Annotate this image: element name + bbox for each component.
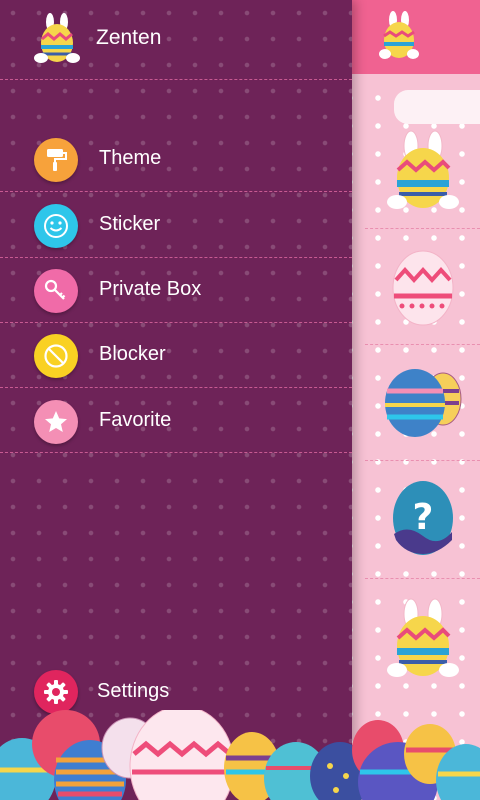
drawer-header: Zenten [0,0,352,78]
toolbar [352,0,480,74]
divider [0,322,352,323]
bunny-egg-icon [387,130,459,209]
menu-item-blocker[interactable]: Blocker [0,324,352,388]
divider [0,257,352,258]
block-icon [34,334,78,378]
paint-roller-icon [34,138,78,182]
list-item[interactable] [380,130,466,216]
divider [0,191,352,192]
menu-item-label: Theme [99,147,162,169]
star-icon [34,400,78,444]
easter-eggs-decoration [0,710,480,800]
menu-item-label: Blocker [99,343,166,365]
settings-label: Settings [97,680,170,702]
divider [0,387,352,388]
menu-item-label: Private Box [99,278,202,300]
question-egg-icon: ? [393,481,453,555]
search-bar[interactable] [394,90,480,124]
list-divider [365,460,480,461]
menu-item-theme[interactable]: Theme [0,128,352,192]
list-item[interactable] [380,598,466,684]
list-divider [365,578,480,579]
bunny-egg-icon [379,11,419,59]
list-divider [365,228,480,229]
list-divider [365,344,480,345]
bunny-egg-icon [387,598,459,677]
navigation-drawer: Zenten Theme Sticker Private Box Blocker… [0,0,352,800]
menu-item-sticker[interactable]: Sticker [0,194,352,258]
list-item[interactable]: ? [380,473,466,559]
divider [0,79,352,80]
key-icon [34,269,78,313]
menu-item-label: Favorite [99,409,172,431]
list-item[interactable] [380,243,466,329]
menu-item-label: Sticker [99,213,161,235]
menu-item-favorite[interactable]: Favorite [0,390,352,454]
striped-eggs-icon [385,369,462,437]
divider [0,452,352,453]
svg-text:?: ? [413,497,434,538]
list-item[interactable] [380,358,466,444]
bunny-egg-icon [34,13,80,63]
pink-egg-icon [392,250,454,326]
app-title: Zenten [96,26,162,49]
gear-icon [34,670,78,714]
menu-item-private-box[interactable]: Private Box [0,259,352,323]
smiley-icon [34,204,78,248]
